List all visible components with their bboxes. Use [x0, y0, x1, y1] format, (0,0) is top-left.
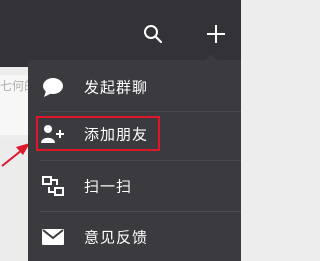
plus-icon [207, 25, 225, 43]
menu-item-label: 添加朋友 [84, 125, 149, 144]
menu-item-feedback[interactable]: 意见反馈 [28, 212, 241, 261]
search-icon [144, 25, 163, 44]
wechat-screen: 七何的 发起群聊 添加朋友 扫一扫 意见反馈 [0, 0, 241, 261]
chat-bubble-icon [40, 76, 66, 98]
search-button[interactable] [139, 20, 167, 48]
scan-icon [40, 175, 66, 197]
menu-item-group-chat[interactable]: 发起群聊 [28, 62, 241, 112]
menu-item-label: 扫一扫 [84, 177, 133, 196]
menu-item-scan[interactable]: 扫一扫 [28, 161, 241, 211]
add-friend-icon [40, 123, 66, 145]
envelope-icon [40, 226, 66, 248]
background-chat-row: 七何的 [0, 75, 36, 135]
add-popup-menu: 发起群聊 添加朋友 扫一扫 意见反馈 [28, 60, 241, 261]
menu-item-label: 发起群聊 [84, 78, 149, 97]
add-menu-button[interactable] [202, 20, 230, 48]
menu-item-add-friend[interactable]: 添加朋友 [28, 109, 241, 159]
menu-item-label: 意见反馈 [84, 228, 149, 247]
